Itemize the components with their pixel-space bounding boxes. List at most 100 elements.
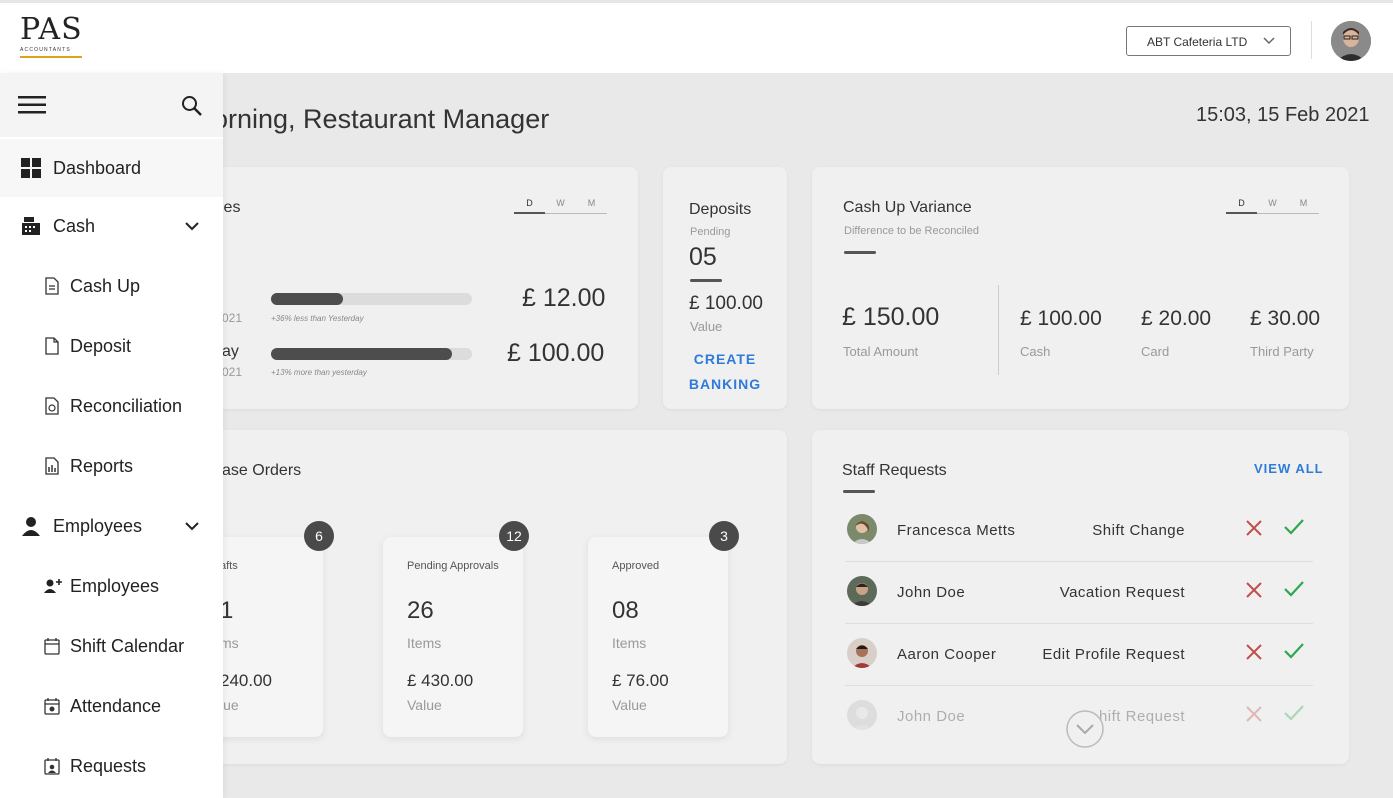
staff-request-row: Aaron Cooper Edit Profile Request xyxy=(845,624,1313,686)
deposits-value-label: Value xyxy=(690,319,723,334)
approve-icon[interactable] xyxy=(1283,704,1305,722)
sales-row2-note: +13% more than yesterday xyxy=(271,368,367,377)
orders-approved-count: 08 xyxy=(612,597,639,624)
create-banking-line2: BANKING xyxy=(688,376,762,392)
orders-approved-title: Approved xyxy=(612,560,660,572)
sales-row2-value: £ 100.00 xyxy=(507,339,605,367)
cash-register-icon xyxy=(22,217,40,235)
hamburger-menu-icon[interactable] xyxy=(18,95,46,115)
variance-cash-label: Cash xyxy=(1020,344,1051,359)
calendar-check-icon xyxy=(44,698,60,715)
sidebar-item-cash-up[interactable]: Cash Up xyxy=(0,257,223,315)
reject-icon[interactable] xyxy=(1245,643,1263,661)
approve-icon[interactable] xyxy=(1283,642,1305,660)
orders-pending-count-label: Items xyxy=(407,635,442,651)
sidebar-item-deposit[interactable]: Deposit xyxy=(0,317,223,375)
company-logo[interactable]: PAS ACCOUNTANTS xyxy=(20,15,84,65)
sales-card: les D W M 021 +36% less than Yesterday £… xyxy=(200,167,638,409)
create-banking-button[interactable]: CREATE BANKING xyxy=(685,347,765,397)
orders-approved-count-label: Items xyxy=(612,635,647,651)
request-icon xyxy=(44,758,60,775)
sidebar-item-requests[interactable]: Requests xyxy=(0,737,223,795)
reject-icon[interactable] xyxy=(1245,705,1263,723)
sidebar-item-label: Attendance xyxy=(70,695,162,716)
orders-drafts-value: 240.00 xyxy=(220,671,272,690)
tab-week[interactable]: W xyxy=(545,198,576,214)
approve-icon[interactable] xyxy=(1283,580,1305,598)
variance-third-party: £ 30.00 xyxy=(1250,307,1321,330)
deposits-pending-label: Pending xyxy=(690,226,731,238)
purchase-orders-card: ase Orders afts 1 ms 240.00 lue 6 Pendin… xyxy=(183,430,787,764)
sidebar-item-label: Cash Up xyxy=(70,275,141,296)
tab-month[interactable]: M xyxy=(1288,198,1319,214)
document-money-icon xyxy=(45,397,59,415)
sidebar-item-dashboard[interactable]: Dashboard xyxy=(0,139,223,197)
sidebar-item-attendance[interactable]: Attendance xyxy=(0,677,223,735)
sales-row1-date: 021 xyxy=(222,311,243,325)
chevron-down-icon[interactable] xyxy=(184,218,200,234)
tab-day[interactable]: D xyxy=(1226,198,1257,214)
people-icon xyxy=(44,579,62,593)
sidebar-item-label: Dashboard xyxy=(53,157,142,178)
sales-period-tabs: D W M xyxy=(514,198,607,214)
sidebar-item-label: Employees xyxy=(53,515,143,536)
sidebar-item-employees-group[interactable]: Employees xyxy=(0,497,223,555)
view-all-link[interactable]: VIEW ALL xyxy=(1254,461,1324,476)
sidebar-item-reconciliation[interactable]: Reconciliation xyxy=(0,377,223,435)
approve-icon[interactable] xyxy=(1283,518,1305,536)
sidebar-item-label: Employees xyxy=(70,575,160,596)
scroll-down-icon[interactable] xyxy=(1065,709,1105,749)
staff-name: John Doe xyxy=(897,708,966,725)
sales-row2-date: 021 xyxy=(222,365,243,379)
sidebar-item-label: Reconciliation xyxy=(70,395,183,416)
sidebar: Dashboard Cash Cash Up Deposit Reconcili… xyxy=(0,73,223,798)
staff-underline xyxy=(843,490,875,493)
dashboard-icon xyxy=(21,158,41,178)
orders-title: ase Orders xyxy=(222,462,302,479)
document-icon xyxy=(45,337,59,355)
sidebar-item-label: Deposit xyxy=(70,335,132,356)
orders-approved-badge: 3 xyxy=(709,521,739,551)
search-icon[interactable] xyxy=(181,95,203,117)
greeting-title: orning, Restaurant Manager xyxy=(213,104,550,134)
deposits-title: Deposits xyxy=(689,201,752,218)
orders-approved-box[interactable]: Approved 08 Items £ 76.00 Value xyxy=(588,537,728,737)
chevron-down-icon xyxy=(1263,37,1275,45)
avatar xyxy=(847,700,877,730)
avatar xyxy=(847,514,877,544)
company-select-value: ABT Cafeteria LTD xyxy=(1147,35,1248,49)
top-header: PAS ACCOUNTANTS ABT Cafeteria LTD xyxy=(0,0,1393,73)
deposits-value: £ 100.00 xyxy=(689,293,763,314)
chevron-down-icon[interactable] xyxy=(184,518,200,534)
sidebar-item-cash[interactable]: Cash xyxy=(0,197,223,255)
sidebar-item-shift-calendar[interactable]: Shift Calendar xyxy=(0,617,223,675)
tab-week[interactable]: W xyxy=(1257,198,1288,214)
sidebar-item-employees[interactable]: Employees xyxy=(0,557,223,615)
sidebar-item-label: Reports xyxy=(70,455,134,476)
deposits-underline xyxy=(690,279,722,282)
sidebar-item-reports[interactable]: Reports xyxy=(0,437,223,495)
person-icon xyxy=(22,517,40,536)
orders-drafts-badge: 6 xyxy=(304,521,334,551)
sales-row2-progress xyxy=(271,348,472,360)
calendar-icon xyxy=(44,638,60,655)
user-avatar[interactable] xyxy=(1331,21,1371,61)
logo-underline xyxy=(20,56,82,58)
staff-name: Aaron Cooper xyxy=(897,646,997,663)
reject-icon[interactable] xyxy=(1245,519,1263,537)
variance-third-party-label: Third Party xyxy=(1250,344,1314,359)
orders-approved-value-label: Value xyxy=(612,697,647,713)
staff-request-row: Francesca Metts Shift Change xyxy=(845,500,1313,562)
deposits-pending-count: 05 xyxy=(689,243,717,271)
company-select[interactable]: ABT Cafeteria LTD xyxy=(1126,26,1291,56)
tab-day[interactable]: D xyxy=(514,198,545,214)
orders-pending-box[interactable]: Pending Approvals 26 Items £ 430.00 Valu… xyxy=(383,537,523,737)
tab-month[interactable]: M xyxy=(576,198,607,214)
sales-row2-label: ay xyxy=(222,343,239,360)
staff-name: Francesca Metts xyxy=(897,522,1016,539)
staff-title: Staff Requests xyxy=(842,462,947,479)
variance-underline xyxy=(844,251,876,254)
sidebar-item-label: Requests xyxy=(70,755,147,776)
sidebar-header xyxy=(0,73,223,137)
reject-icon[interactable] xyxy=(1245,581,1263,599)
